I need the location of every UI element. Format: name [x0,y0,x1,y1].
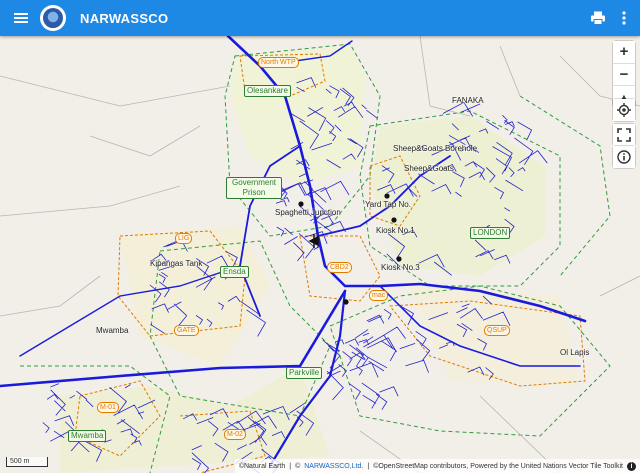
label-kiosk-1: Kiosk No.1 [376,226,415,235]
attrib-osm: ©OpenStreetMap contributors, Powered by … [373,462,623,470]
dma-tag-cbd2[interactable]: CBD2 [327,262,352,273]
valve-marker[interactable] [396,256,402,262]
dma-tag-gate[interactable]: GATE [174,325,199,336]
geolocate-control [613,99,635,121]
label-ol-lapis: Ol Lapis [560,348,590,357]
geolocate-button[interactable] [613,99,635,121]
dma-tag-mac[interactable]: mac [369,290,389,301]
menu-button[interactable] [6,0,36,36]
label-kiosk-3: Kiosk No.3 [381,263,420,272]
dma-tag-left[interactable]: LIG [175,233,193,244]
attrib-copyright: © [295,462,301,470]
info-icon [617,150,631,164]
valve-marker[interactable] [298,201,304,207]
dma-tag-m01[interactable]: M-01 [97,402,119,413]
geolocate-icon [617,103,631,117]
menu-icon [14,13,28,23]
label-kipangas-tank: Kipangas Tank [150,259,203,268]
zone-label-mwamba[interactable]: Mwamba [68,430,107,442]
fullscreen-button[interactable] [613,124,635,146]
more-vert-icon[interactable] [616,10,632,26]
zoom-out-button[interactable]: − [613,63,635,85]
label-fanaka: FANAKA [452,96,484,105]
legend-info-button[interactable] [613,146,635,168]
label-sheep-goats: Sheep&Goats [404,164,454,173]
zone-label-olesankare[interactable]: Olesankare [244,85,291,97]
attrib-narwassco-link[interactable]: NARWASSCO,Ltd. [304,463,363,470]
label-spaghetti-junction: Spaghetti Junction [275,208,341,217]
label-mwamba: Mwamba [96,326,129,335]
map-basemap [0,36,640,473]
map-canvas[interactable]: FANAKA Sheep&Goats Borehole Sheep&Goats … [0,36,640,473]
zone-label-government-prison[interactable]: Government Prison [226,177,282,199]
attribution-info-icon[interactable]: i [627,461,636,471]
zone-label-london[interactable]: LONDON [470,227,511,239]
valve-marker[interactable] [391,217,397,223]
attrib-natural-earth: ©Natural Earth [238,462,286,470]
dma-tag-m02[interactable]: M-02 [224,429,246,440]
zone-label-parkville[interactable]: Parkville [286,367,323,379]
narwassco-logo [40,5,66,31]
dma-tag-north-wtp[interactable]: North WTP [258,57,299,68]
label-yard-tap: Yard Tap No. [365,200,411,209]
valve-marker[interactable] [343,299,349,305]
zone-label-ensda[interactable]: Ensda [220,266,249,278]
app-title: NARWASSCO [80,10,169,26]
zoom-in-button[interactable]: + [613,41,635,63]
attrib-separator: | [367,462,370,470]
fullscreen-control [613,124,635,146]
attrib-separator: | [289,462,292,470]
attribution: ©Natural Earth | © NARWASSCO,Ltd. | ©Open… [234,459,640,473]
valve-marker[interactable] [384,193,390,199]
scale-bar: 500 m [6,457,48,467]
fullscreen-icon [617,128,631,142]
dma-tag-qsup[interactable]: QSUP [484,325,510,336]
legend-control [613,146,635,168]
label-sheep-borehole: Sheep&Goats Borehole [393,144,478,153]
app-bar: NARWASSCO [0,0,640,36]
zoom-controls: + − ▲ [613,41,635,107]
print-icon[interactable] [590,10,606,26]
